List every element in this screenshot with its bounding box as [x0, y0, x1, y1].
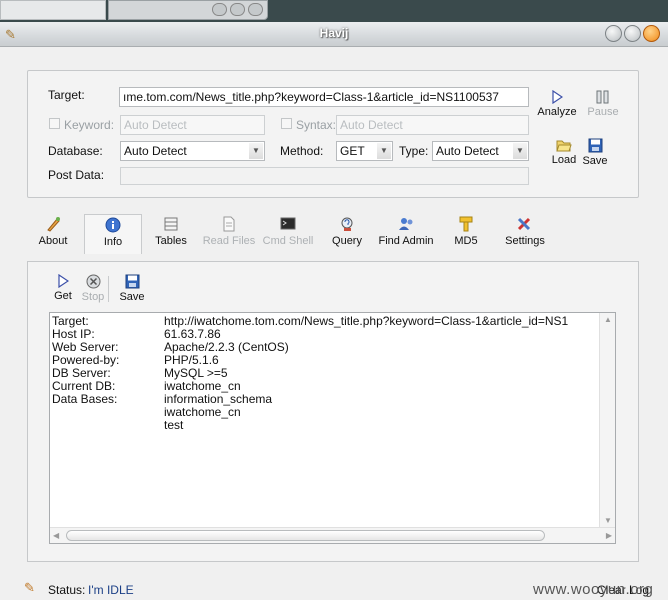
status-label: Status: [48, 583, 86, 597]
result-value: test [164, 418, 184, 432]
query-icon [341, 217, 353, 231]
play-icon [552, 90, 563, 104]
md5-icon [459, 216, 473, 232]
watermark: www.wooyun.org [533, 581, 654, 598]
tab-label: Tables [155, 235, 187, 247]
tab-md5[interactable]: MD5 [450, 216, 482, 252]
results-textarea[interactable]: Target: http://iwatchome.tom.com/News_tit… [49, 312, 616, 544]
scroll-up-icon[interactable]: ▲ [604, 315, 612, 324]
tables-icon [164, 217, 178, 231]
analyze-label: Analyze [537, 106, 577, 118]
syntax-label: Syntax: [296, 118, 337, 132]
window-title: Havij [319, 26, 349, 40]
tab-find-admin[interactable]: Find Admin [377, 216, 435, 252]
tab-about[interactable]: About [35, 216, 71, 252]
close-button[interactable] [643, 25, 660, 42]
chevron-down-icon: ▼ [249, 143, 263, 159]
background-window-controls [212, 3, 263, 16]
tab-cmd-shell[interactable]: Cmd Shell [262, 216, 314, 252]
maximize-button[interactable] [624, 25, 641, 42]
chevron-down-icon: ▼ [377, 143, 391, 159]
tab-settings[interactable]: Settings [500, 216, 550, 252]
database-label: Database: [48, 144, 103, 158]
pause-label: Pause [587, 106, 619, 118]
tab-label: About [38, 235, 68, 247]
result-value: http://iwatchome.tom.com/News_title.php?… [164, 314, 569, 328]
postdata-input[interactable] [120, 167, 529, 185]
background-window [0, 0, 106, 20]
find-admin-icon [399, 218, 413, 230]
tab-label: Read Files [202, 235, 256, 247]
target-label: Target: [48, 88, 85, 102]
minimize-icon [212, 3, 227, 16]
read-files-icon [223, 216, 235, 232]
stop-label: Stop [81, 291, 105, 303]
target-input[interactable]: ıme.tom.com/News_title.php?keyword=Class… [119, 87, 529, 107]
save-label: Save [582, 155, 608, 167]
tab-label: Cmd Shell [262, 235, 314, 247]
tab-label: Find Admin [378, 235, 434, 247]
floppy-disk-icon [588, 138, 602, 153]
horizontal-scroll-thumb[interactable] [66, 530, 545, 541]
scroll-right-icon[interactable]: ▶ [606, 531, 612, 540]
window-controls [605, 25, 660, 42]
keyword-label: Keyword: [64, 118, 115, 132]
about-icon [47, 217, 60, 232]
tab-label: Query [332, 235, 362, 247]
load-label: Load [551, 154, 577, 166]
method-select-value: GET [340, 144, 365, 158]
tab-info[interactable]: Info [84, 214, 142, 254]
play-icon [58, 274, 69, 288]
keyword-checkbox[interactable] [49, 118, 60, 129]
background-window-2 [108, 0, 268, 20]
stop-button[interactable]: Stop [80, 274, 106, 303]
stop-icon [86, 274, 100, 289]
vertical-scrollbar[interactable]: ▲ ▼ [599, 313, 615, 527]
scroll-down-icon[interactable]: ▼ [604, 516, 612, 525]
pause-icon [596, 90, 609, 104]
close-icon [248, 3, 263, 16]
toolbar-divider [108, 276, 109, 302]
tab-label: Info [103, 236, 123, 248]
floppy-disk-icon [125, 274, 139, 289]
chevron-down-icon: ▼ [513, 143, 527, 159]
result-key: Data Bases: [52, 392, 118, 406]
get-label: Get [54, 290, 72, 302]
tab-read-files[interactable]: Read Files [201, 216, 257, 252]
folder-open-icon [556, 140, 572, 152]
status-icon: ✎ [24, 580, 35, 595]
save-button[interactable]: Save [581, 138, 609, 167]
tab-label: MD5 [454, 235, 478, 247]
save-label: Save [119, 291, 145, 303]
horizontal-scrollbar[interactable]: ◀ ▶ [50, 527, 615, 543]
get-button[interactable]: Get [51, 274, 75, 302]
method-select[interactable]: GET ▼ [336, 141, 393, 161]
tab-tables[interactable]: Tables [151, 216, 191, 252]
info-icon [105, 217, 121, 233]
tab-label: Settings [505, 235, 545, 247]
syntax-checkbox[interactable] [281, 118, 292, 129]
type-select-value: Auto Detect [436, 144, 499, 158]
scroll-left-icon[interactable]: ◀ [53, 531, 59, 540]
tab-query[interactable]: Query [328, 216, 366, 252]
results-save-button[interactable]: Save [118, 274, 146, 303]
load-button[interactable]: Load [549, 138, 579, 166]
minimize-button[interactable] [605, 25, 622, 42]
cmd-shell-icon [280, 217, 296, 230]
maximize-icon [230, 3, 245, 16]
keyword-input[interactable]: Auto Detect [120, 115, 265, 135]
database-select-value: Auto Detect [124, 144, 187, 158]
pause-button[interactable]: Pause [586, 90, 620, 118]
status-value: I'm IDLE [88, 583, 134, 597]
database-select[interactable]: Auto Detect ▼ [120, 141, 265, 161]
title-bar[interactable]: ✎ Havij [0, 22, 668, 47]
analyze-button[interactable]: Analyze [536, 90, 578, 118]
settings-icon [517, 217, 531, 231]
syntax-input[interactable]: Auto Detect [336, 115, 529, 135]
type-select[interactable]: Auto Detect ▼ [432, 141, 529, 161]
type-label: Type: [399, 144, 429, 158]
postdata-label: Post Data: [48, 168, 105, 182]
method-label: Method: [280, 144, 324, 158]
